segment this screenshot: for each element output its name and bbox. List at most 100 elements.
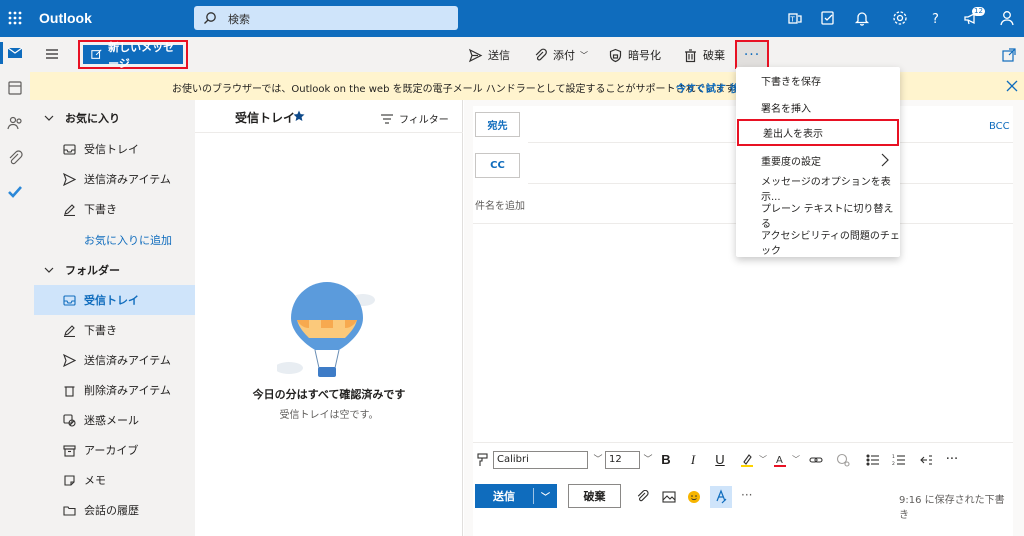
menu-accessibility-check[interactable]: アクセシビリティの問題のチェック: [736, 228, 900, 257]
chevron-down-icon[interactable]: ﹀: [756, 453, 770, 467]
compose-icon: [91, 49, 102, 59]
message-list: 受信トレイ フィルター 今日の分はすべて確認済みです 受信トレイは空です。: [195, 100, 463, 536]
add-favorite-link[interactable]: お気に入りに追加: [34, 225, 195, 255]
menu-set-importance[interactable]: 重要度の設定: [736, 147, 900, 174]
try-now-link[interactable]: 今すぐ試す: [676, 80, 726, 95]
new-message-button-highlight[interactable]: 新しいメッセージ: [78, 40, 188, 70]
font-name-select[interactable]: Calibri: [493, 451, 588, 469]
folders-header[interactable]: フォルダー: [34, 255, 195, 285]
folder-conversation-history[interactable]: 会話の履歴: [34, 495, 195, 525]
italic-icon[interactable]: I: [686, 453, 700, 467]
format-painter-icon[interactable]: [475, 453, 489, 467]
chevron-down-icon[interactable]: ﹀: [591, 453, 605, 467]
trash-icon: [64, 385, 75, 397]
mail-icon[interactable]: [6, 44, 24, 62]
send-icon: [468, 48, 483, 62]
more-actions-button[interactable]: ···: [735, 40, 769, 69]
menu-switch-plain-text[interactable]: プレーン テキストに切り替える: [736, 201, 900, 230]
favorite-sent[interactable]: 送信済みアイテム: [34, 164, 195, 194]
folder-icon: [63, 505, 76, 516]
message-list-header: 受信トレイ フィルター: [195, 100, 463, 133]
highlight-icon[interactable]: [740, 453, 754, 467]
folder-archive[interactable]: アーカイブ: [34, 435, 195, 465]
encrypt-action-label: 暗号化: [628, 49, 661, 62]
popout-icon[interactable]: [1001, 47, 1017, 63]
send-button[interactable]: 送信 ﹀: [475, 484, 557, 508]
rail-active-indicator: [0, 42, 3, 64]
paperclip-icon: [535, 48, 547, 60]
menu-show-from[interactable]: 差出人を表示: [737, 119, 899, 146]
font-color-icon[interactable]: A: [773, 453, 787, 467]
underline-icon[interactable]: U: [713, 453, 727, 467]
favorite-inbox[interactable]: 受信トレイ: [34, 134, 195, 164]
junk-icon: [63, 413, 76, 427]
editor-icon[interactable]: [710, 486, 732, 508]
waffle-icon[interactable]: [6, 9, 24, 27]
bold-icon[interactable]: B: [659, 453, 673, 467]
teams-icon[interactable]: T: [786, 9, 804, 27]
gear-icon[interactable]: [891, 9, 909, 27]
bcc-link[interactable]: BCC: [989, 121, 1010, 132]
pencil-icon: [64, 324, 75, 337]
font-size-select[interactable]: 12: [605, 451, 640, 469]
pencil-icon: [64, 203, 75, 216]
folder-deleted[interactable]: 削除済みアイテム: [34, 375, 195, 405]
chevron-down-icon: [44, 267, 54, 273]
more-formatting-icon[interactable]: ···: [945, 453, 959, 467]
star-icon[interactable]: [293, 110, 305, 122]
folder-inbox[interactable]: 受信トレイ: [34, 285, 195, 315]
todo-check-icon[interactable]: [6, 183, 24, 201]
menu-message-options[interactable]: メッセージのオプションを表示...: [736, 174, 900, 203]
encrypt-action[interactable]: 暗号化: [608, 47, 661, 63]
to-button[interactable]: 宛先: [475, 112, 520, 137]
calendar-icon[interactable]: [6, 79, 24, 97]
send-action[interactable]: 送信: [468, 47, 510, 63]
emoji-reaction-icon[interactable]: [836, 453, 850, 467]
todo-icon[interactable]: [819, 9, 837, 27]
send-icon: [63, 353, 76, 367]
discard-action[interactable]: 破棄: [683, 47, 725, 63]
attachment-icon[interactable]: [6, 149, 24, 167]
app-rail: [0, 37, 30, 536]
subject-input[interactable]: 件名を追加: [475, 197, 525, 212]
chevron-down-icon[interactable]: ﹀: [641, 453, 655, 467]
account-icon[interactable]: [998, 9, 1016, 27]
outdent-icon[interactable]: [919, 453, 933, 467]
chevron-down-icon[interactable]: ﹀: [789, 453, 803, 467]
folder-notes[interactable]: メモ: [34, 465, 195, 495]
compose-footer: 送信 ﹀ 破棄 ··· 9:16 に保存された下書き: [473, 478, 1013, 521]
more-options-icon[interactable]: ···: [741, 488, 755, 502]
menu-insert-signature[interactable]: 署名を挿入: [736, 94, 900, 121]
attach-action[interactable]: 添付 ﹀: [533, 47, 588, 63]
hamburger-icon[interactable]: [44, 47, 60, 61]
folder-sent[interactable]: 送信済みアイテム: [34, 345, 195, 375]
menu-save-draft[interactable]: 下書きを保存: [736, 67, 900, 94]
chevron-down-icon: ﹀: [580, 50, 588, 60]
numbered-list-icon[interactable]: 12: [892, 453, 906, 467]
search-box[interactable]: 検索: [194, 6, 458, 30]
close-icon[interactable]: [1006, 80, 1018, 92]
folder-drafts[interactable]: 下書き: [34, 315, 195, 345]
help-icon[interactable]: ?: [927, 9, 945, 27]
link-icon[interactable]: [809, 453, 823, 467]
more-options-menu: 下書きを保存 署名を挿入 差出人を表示 重要度の設定 メッセージのオプションを表…: [736, 67, 900, 257]
send-action-label: 送信: [488, 49, 510, 62]
favorite-drafts[interactable]: 下書き: [34, 194, 195, 224]
chevron-down-icon[interactable]: ﹀: [534, 490, 557, 503]
folder-junk[interactable]: 迷惑メール: [34, 405, 195, 435]
send-split-divider: [533, 488, 534, 504]
emoji-icon[interactable]: [687, 490, 701, 504]
svg-text:1: 1: [892, 454, 895, 460]
new-message-button[interactable]: 新しいメッセージ: [83, 41, 183, 70]
filter-button[interactable]: フィルター: [381, 111, 449, 126]
favorites-header[interactable]: お気に入り: [34, 103, 195, 133]
people-icon[interactable]: [6, 114, 24, 132]
cc-button[interactable]: CC: [475, 153, 520, 178]
send-icon: [63, 172, 76, 186]
discard-button[interactable]: 破棄: [568, 484, 621, 508]
bullet-list-icon[interactable]: [866, 453, 880, 467]
bell-icon[interactable]: [853, 9, 871, 27]
paperclip-icon[interactable]: [636, 490, 650, 504]
image-icon[interactable]: [662, 490, 676, 504]
app-title[interactable]: Outlook: [39, 10, 92, 26]
